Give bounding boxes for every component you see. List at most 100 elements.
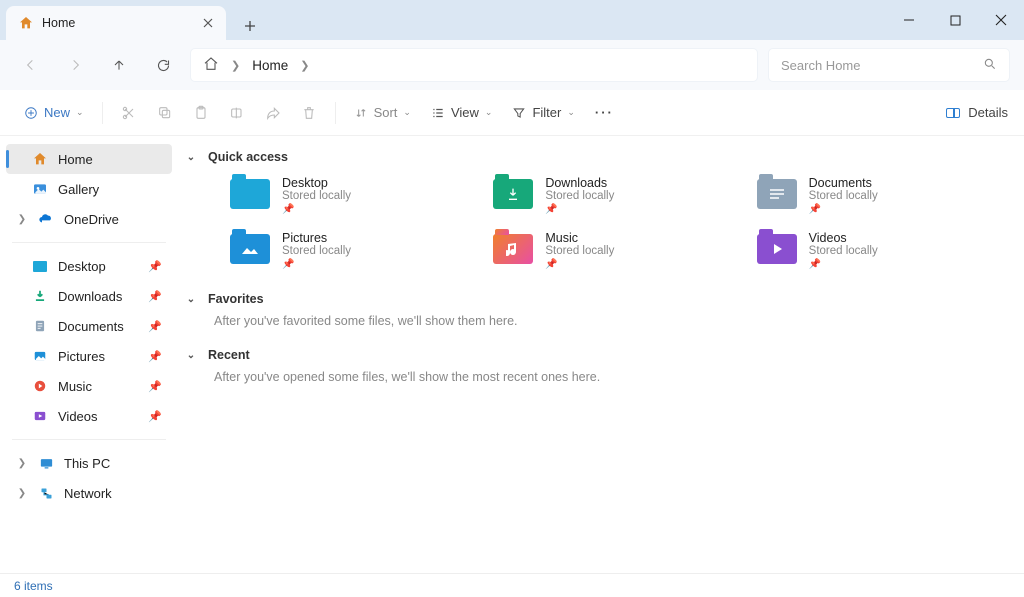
sidebar-item-videos[interactable]: Videos 📌 [6, 401, 172, 431]
item-sub: Stored locally [282, 245, 351, 257]
sidebar-item-onedrive[interactable]: ❯ OneDrive [6, 204, 172, 234]
folder-icon [493, 176, 533, 212]
sidebar-item-this-pc[interactable]: ❯ This PC [6, 448, 172, 478]
qa-item-music[interactable]: Music Stored locally 📌 [493, 227, 746, 274]
sidebar-label: Music [58, 379, 92, 394]
more-button[interactable]: ··· [587, 97, 622, 129]
item-sub: Stored locally [545, 245, 614, 257]
sidebar-item-gallery[interactable]: Gallery [6, 174, 172, 204]
chevron-right-icon[interactable]: ❯ [300, 59, 309, 72]
section-title: Recent [208, 348, 250, 362]
details-toggle[interactable]: Details [946, 105, 1008, 120]
sidebar-label: This PC [64, 456, 110, 471]
copy-button[interactable] [149, 97, 181, 129]
tab-home[interactable]: Home [6, 6, 226, 40]
pin-icon: 📌 [809, 259, 878, 270]
details-label: Details [968, 105, 1008, 120]
paste-button[interactable] [185, 97, 217, 129]
qa-item-downloads[interactable]: Downloads Stored locally 📌 [493, 172, 746, 219]
sidebar-item-documents[interactable]: Documents 📌 [6, 311, 172, 341]
sort-label: Sort [374, 105, 398, 120]
back-button[interactable] [14, 48, 48, 82]
gallery-icon [32, 181, 48, 197]
address-bar[interactable]: ❯ Home ❯ [190, 48, 758, 82]
desktop-icon [32, 258, 48, 274]
chevron-right-icon[interactable]: ❯ [16, 488, 28, 499]
forward-button[interactable] [58, 48, 92, 82]
chevron-right-icon[interactable]: ❯ [16, 214, 28, 225]
share-button[interactable] [257, 97, 289, 129]
folder-icon [757, 231, 797, 267]
sidebar-item-pictures[interactable]: Pictures 📌 [6, 341, 172, 371]
pin-icon: 📌 [282, 204, 351, 215]
home-icon [203, 56, 219, 75]
section-recent[interactable]: ⌄ Recent [184, 344, 1010, 370]
refresh-button[interactable] [146, 48, 180, 82]
item-sub: Stored locally [809, 245, 878, 257]
view-button[interactable]: View ⌄ [423, 97, 501, 129]
pin-icon: 📌 [282, 259, 351, 270]
sidebar-label: Gallery [58, 182, 99, 197]
item-sub: Stored locally [282, 190, 351, 202]
sidebar-item-desktop[interactable]: Desktop 📌 [6, 251, 172, 281]
favorites-empty-text: After you've favorited some files, we'll… [214, 314, 1010, 328]
section-title: Quick access [208, 150, 288, 164]
qa-item-pictures[interactable]: Pictures Stored locally 📌 [230, 227, 483, 274]
section-favorites[interactable]: ⌄ Favorites [184, 288, 1010, 314]
section-quick-access[interactable]: ⌄ Quick access [184, 146, 1010, 172]
chevron-right-icon[interactable]: ❯ [16, 458, 28, 469]
new-button[interactable]: New ⌄ [16, 97, 92, 129]
navigation-pane: Home Gallery ❯ OneDrive Desktop 📌 Downlo… [0, 136, 178, 573]
sidebar-label: Pictures [58, 349, 105, 364]
pin-icon: 📌 [148, 260, 162, 273]
home-icon [18, 15, 34, 31]
pin-icon: 📌 [148, 320, 162, 333]
command-bar: New ⌄ Sort ⌄ View ⌄ Filter ⌄ ··· Details [0, 90, 1024, 136]
chevron-down-icon[interactable]: ⌄ [184, 294, 198, 305]
qa-item-desktop[interactable]: Desktop Stored locally 📌 [230, 172, 483, 219]
filter-button[interactable]: Filter ⌄ [504, 97, 582, 129]
up-button[interactable] [102, 48, 136, 82]
address-segment[interactable]: Home [252, 58, 288, 73]
tab-close-button[interactable] [200, 15, 216, 31]
sidebar-item-downloads[interactable]: Downloads 📌 [6, 281, 172, 311]
search-input[interactable] [781, 58, 983, 73]
delete-button[interactable] [293, 97, 325, 129]
sidebar-item-music[interactable]: Music 📌 [6, 371, 172, 401]
minimize-button[interactable] [886, 0, 932, 40]
close-window-button[interactable] [978, 0, 1024, 40]
window-controls [886, 0, 1024, 40]
status-bar: 6 items [0, 573, 1024, 597]
sidebar-item-home[interactable]: Home [6, 144, 172, 174]
pin-icon: 📌 [148, 350, 162, 363]
qa-item-documents[interactable]: Documents Stored locally 📌 [757, 172, 1010, 219]
chevron-right-icon[interactable]: ❯ [231, 59, 240, 72]
section-title: Favorites [208, 292, 264, 306]
item-name: Music [545, 231, 614, 245]
chevron-down-icon[interactable]: ⌄ [184, 350, 198, 361]
recent-empty-text: After you've opened some files, we'll sh… [214, 370, 1010, 384]
new-tab-button[interactable] [236, 12, 264, 40]
maximize-button[interactable] [932, 0, 978, 40]
rename-button[interactable] [221, 97, 253, 129]
sidebar-label: Home [58, 152, 93, 167]
sidebar-item-network[interactable]: ❯ Network [6, 478, 172, 508]
search-box[interactable] [768, 48, 1010, 82]
qa-item-videos[interactable]: Videos Stored locally 📌 [757, 227, 1010, 274]
item-count: 6 items [14, 579, 53, 593]
sort-button[interactable]: Sort ⌄ [346, 97, 419, 129]
cut-button[interactable] [113, 97, 145, 129]
chevron-down-icon[interactable]: ⌄ [184, 152, 198, 163]
details-pane-icon [946, 108, 960, 118]
new-label: New [44, 105, 70, 120]
item-name: Downloads [545, 176, 614, 190]
sidebar-label: Desktop [58, 259, 106, 274]
pictures-icon [32, 348, 48, 364]
separator [335, 102, 336, 124]
folder-icon [757, 176, 797, 212]
item-sub: Stored locally [809, 190, 878, 202]
navigation-bar: ❯ Home ❯ [0, 40, 1024, 90]
pin-icon: 📌 [545, 259, 614, 270]
separator [12, 242, 166, 243]
item-sub: Stored locally [545, 190, 614, 202]
